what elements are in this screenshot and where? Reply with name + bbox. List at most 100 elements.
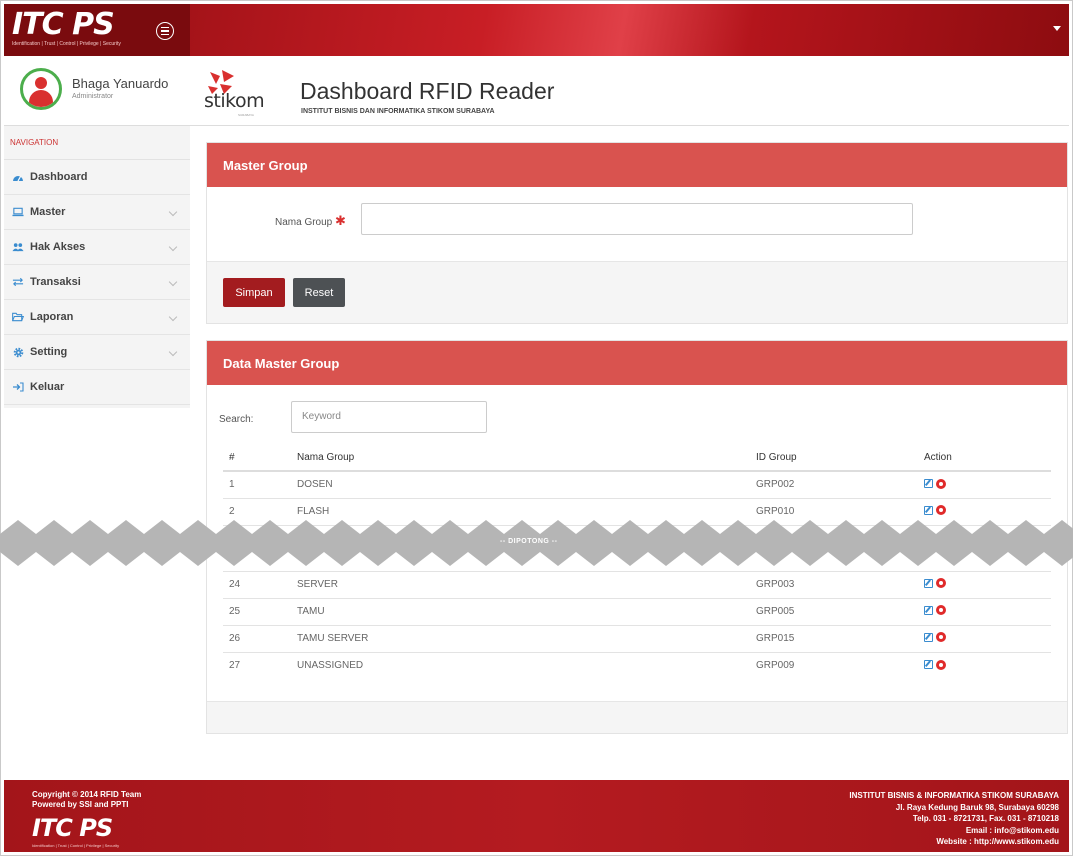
delete-icon[interactable]: [936, 632, 946, 643]
users-icon: [12, 241, 24, 253]
sidebar-item-hak-akses[interactable]: Hak Akses: [4, 230, 190, 265]
cell-no: 24: [223, 571, 281, 599]
page-subtitle: INSTITUT BISNIS DAN INFORMATIKA STIKOM S…: [301, 108, 495, 115]
page-title: Dashboard RFID Reader: [300, 78, 555, 104]
table-row: 24 SERVER GRP003: [223, 571, 1051, 599]
table-row: 27 UNASSIGNED GRP009: [223, 652, 1051, 679]
reset-button[interactable]: Reset: [293, 278, 345, 307]
sidebar-item-dashboard[interactable]: Dashboard: [4, 160, 190, 195]
stikom-logo-text: stikom: [204, 90, 265, 112]
laptop-icon: [12, 206, 24, 218]
footer-phone: Telp. 031 - 8721731, Fax. 031 - 8710218: [912, 814, 1059, 824]
sidebar-item-transaksi[interactable]: Transaksi: [4, 265, 190, 300]
nama-group-label-text: Nama Group: [275, 217, 333, 228]
sidebar-item-label: Hak Akses: [30, 241, 86, 253]
folder-icon: [12, 311, 24, 323]
cell-action: [916, 571, 1051, 599]
cell-action: [916, 652, 1051, 679]
footer-email[interactable]: Email : info@stikom.edu: [849, 825, 1059, 837]
footer-address: Jl. Raya Kedung Baruk 98, Surabaya 60298: [895, 802, 1059, 812]
cell-id-group: GRP002: [756, 471, 916, 499]
sidebar-item-keluar[interactable]: Keluar: [4, 370, 190, 405]
footer-powered: Powered by SSI and PPTI: [32, 800, 129, 809]
form-footer: Simpan Reset: [207, 261, 1067, 323]
save-button[interactable]: Simpan: [223, 278, 285, 307]
column-header-no: #: [223, 444, 281, 472]
sidebar-item-master[interactable]: Master: [4, 195, 190, 230]
cut-label: -- DIPOTONG --: [500, 538, 558, 545]
cell-no: 27: [229, 660, 241, 672]
edit-icon[interactable]: [924, 505, 933, 515]
cell-id-group: GRP003: [756, 571, 916, 599]
sidebar-item-label: Keluar: [30, 381, 65, 393]
dashboard-icon: [12, 171, 24, 183]
footer-institute: INSTITUT BISNIS & INFORMATIKA STIKOM SUR…: [849, 791, 1059, 800]
sidebar: Bhaga Yanuardo Administrator NAVIGATION …: [4, 56, 190, 408]
nama-group-input[interactable]: [361, 203, 913, 235]
chevron-down-icon: [168, 207, 178, 217]
sidebar-item-label: Transaksi: [30, 276, 81, 288]
edit-icon[interactable]: [924, 660, 933, 669]
delete-icon[interactable]: [936, 578, 946, 589]
delete-icon[interactable]: [936, 478, 946, 489]
cell-no: 25: [223, 598, 281, 626]
table-row: 25 TAMU GRP005: [223, 598, 1051, 626]
column-header-nama-group[interactable]: Nama Group: [281, 444, 756, 472]
footer-right: INSTITUT BISNIS & INFORMATIKA STIKOM SUR…: [849, 790, 1059, 848]
chevron-down-icon: [168, 277, 178, 287]
user-dropdown-caret-icon[interactable]: [1053, 26, 1061, 31]
cell-action: [916, 471, 1051, 499]
panel-title: Data Master Group: [207, 341, 1067, 385]
delete-icon[interactable]: [936, 605, 946, 616]
footer-website[interactable]: Website : http://www.stikom.edu: [849, 836, 1059, 848]
user-role: Administrator: [72, 93, 114, 100]
search-input[interactable]: Keyword: [291, 401, 487, 433]
nama-group-label: Nama Group ✱: [275, 213, 346, 229]
search-label: Search:: [219, 414, 254, 425]
gear-icon: [12, 346, 24, 358]
edit-icon[interactable]: [924, 578, 933, 588]
sidebar-item-laporan[interactable]: Laporan: [4, 300, 190, 335]
edit-icon[interactable]: [924, 632, 933, 642]
edit-icon[interactable]: [924, 605, 933, 615]
stikom-logo: stikom SURABAYA: [204, 68, 274, 117]
cell-id-group: GRP005: [756, 598, 916, 626]
page-footer: Copyright © 2014 RFID Team Powered by SS…: [4, 780, 1069, 852]
footer-logo: ITC PS: [32, 814, 113, 842]
sidebar-item-label: Dashboard: [30, 171, 88, 183]
cell-id-group: GRP009: [756, 660, 795, 672]
user-panel: Bhaga Yanuardo Administrator: [4, 56, 190, 126]
column-header-action: Action: [916, 444, 1051, 472]
page-header: stikom SURABAYA Dashboard RFID Reader IN…: [190, 56, 1069, 126]
exchange-icon: [12, 276, 24, 288]
sidebar-item-setting[interactable]: Setting: [4, 335, 190, 370]
itcops-logo[interactable]: ITC PS Identification | Trust | Control …: [12, 10, 121, 48]
edit-icon[interactable]: [924, 479, 933, 488]
table-header-row: # Nama Group ID Group Action: [223, 444, 1051, 472]
required-icon: ✱: [335, 213, 346, 228]
cell-nama-group: TAMU: [281, 598, 756, 626]
panel-title: Master Group: [207, 143, 1067, 187]
top-bar: ITC PS Identification | Trust | Control …: [4, 4, 1069, 56]
avatar: [20, 68, 62, 110]
footer-left: Copyright © 2014 RFID Team Powered by SS…: [32, 790, 141, 810]
footer-copyright: Copyright © 2014 RFID Team: [32, 790, 142, 799]
table-row: 26 TAMU SERVER GRP015: [223, 625, 1051, 653]
chevron-down-icon: [168, 242, 178, 252]
column-header-id-group[interactable]: ID Group: [756, 444, 916, 472]
menu-toggle-icon[interactable]: [156, 22, 174, 40]
stikom-logo-sub: SURABAYA: [238, 113, 254, 117]
logo-tagline: Identification | Trust | Control | Privi…: [12, 41, 121, 47]
footer-logo-tagline: Identification | Trust | Control | Privi…: [32, 843, 120, 848]
cell-id-group: GRP015: [756, 625, 916, 653]
chevron-down-icon: [168, 312, 178, 322]
panel-footer: [207, 701, 1067, 733]
logo-box: ITC PS Identification | Trust | Control …: [4, 4, 190, 56]
logout-icon: [12, 381, 24, 393]
delete-icon[interactable]: [936, 505, 946, 516]
user-name: Bhaga Yanuardo: [72, 76, 169, 91]
cell-action: [916, 598, 1051, 626]
sidebar-item-label: Setting: [30, 346, 68, 358]
master-group-panel: Master Group Nama Group ✱ Simpan Reset: [206, 142, 1068, 324]
delete-icon[interactable]: [936, 659, 946, 670]
